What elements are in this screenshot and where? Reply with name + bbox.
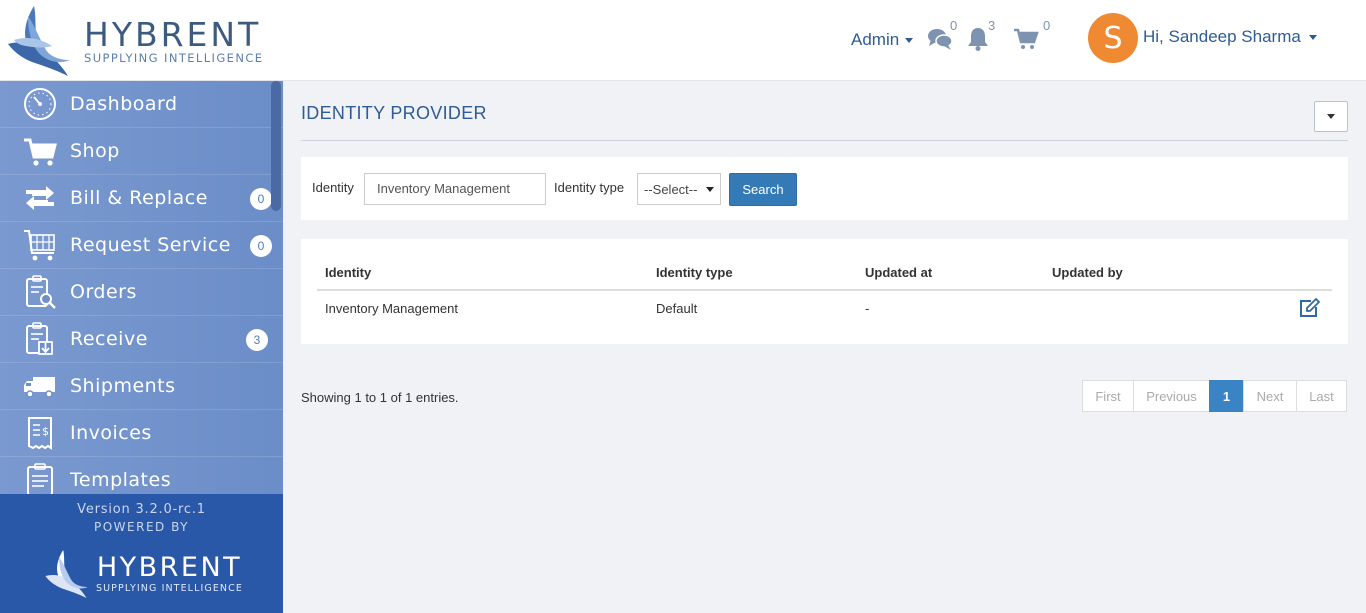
- brand-bird-icon: [45, 550, 88, 598]
- brand-name: HYBRENT: [96, 551, 243, 583]
- user-greeting: Hi, Sandeep Sharma: [1143, 27, 1301, 46]
- sidebar-item-label: Dashboard: [70, 93, 178, 115]
- edit-icon[interactable]: [1298, 297, 1320, 319]
- sidebar-item-label: Invoices: [70, 422, 152, 444]
- page-actions-dropdown[interactable]: [1314, 101, 1348, 132]
- brand-tagline: SUPPLYING INTELLIGENCE: [96, 582, 243, 594]
- sidebar-item-shop[interactable]: Shop: [0, 128, 283, 175]
- truck-icon: [24, 377, 55, 398]
- identity-type-select[interactable]: --Select--: [637, 173, 721, 205]
- user-menu[interactable]: Hi, Sandeep Sharma: [1143, 27, 1317, 47]
- sidebar-item-label: Request Service: [70, 234, 231, 256]
- brand-tagline: SUPPLYING INTELLIGENCE: [84, 50, 264, 65]
- sidebar-item-label: Templates: [70, 469, 172, 491]
- orders-icon: [26, 275, 56, 309]
- brand-bird-icon: [8, 6, 70, 76]
- identity-type-value: --Select--: [644, 181, 698, 197]
- admin-menu[interactable]: Admin: [851, 30, 914, 50]
- search-button[interactable]: Search: [729, 173, 797, 206]
- pagination-first[interactable]: First: [1082, 380, 1134, 412]
- column-header-identity[interactable]: Identity: [325, 265, 371, 280]
- column-header-updated-by[interactable]: Updated by: [1052, 265, 1123, 280]
- invoice-icon: $: [28, 417, 52, 450]
- templates-icon: [27, 463, 53, 494]
- sidebar-footer: Version 3.2.0-rc.1 POWERED BY HYBRENT SU…: [0, 494, 283, 613]
- pagination-previous[interactable]: Previous: [1133, 380, 1210, 412]
- cart-icon: [24, 138, 57, 166]
- pagination: First Previous 1 Next Last: [1082, 380, 1347, 412]
- admin-menu-label: Admin: [851, 30, 900, 49]
- filter-panel: Identity Inventory Management Identity t…: [301, 157, 1348, 220]
- receive-badge: 3: [246, 329, 268, 351]
- identity-label: Identity: [312, 180, 354, 195]
- chevron-down-icon: [706, 186, 714, 192]
- messages-count: 0: [950, 18, 958, 33]
- chevron-down-icon: [905, 37, 914, 43]
- sidebar-nav: Dashboard Shop Bill & Replace 0 Request …: [0, 81, 283, 494]
- pagination-summary: Showing 1 to 1 of 1 entries.: [301, 390, 459, 405]
- app-version: Version 3.2.0-rc.1: [77, 502, 206, 517]
- sidebar-item-label: Shipments: [70, 375, 176, 397]
- pagination-page-1[interactable]: 1: [1209, 380, 1244, 412]
- svg-text:$: $: [42, 425, 49, 438]
- cart-count: 0: [1043, 18, 1051, 33]
- sidebar-item-label: Shop: [70, 140, 120, 162]
- chevron-down-icon: [1308, 34, 1317, 40]
- identity-input[interactable]: Inventory Management: [364, 173, 546, 205]
- cell-identity-type: Default: [656, 301, 698, 316]
- title-divider: [301, 140, 1348, 141]
- pagination-next[interactable]: Next: [1243, 380, 1297, 412]
- bill-replace-badge: 0: [250, 188, 272, 210]
- powered-by-label: POWERED BY: [93, 520, 189, 534]
- sidebar-item-receive[interactable]: Receive 3: [0, 316, 283, 363]
- receive-icon: [26, 322, 53, 355]
- bill-replace-icon: [26, 186, 54, 210]
- sidebar-item-templates[interactable]: Templates: [0, 457, 283, 494]
- table-header-divider: [317, 289, 1332, 291]
- footer-brand-logo: HYBRENT SUPPLYING INTELLIGENCE: [44, 544, 243, 604]
- sidebar-item-invoices[interactable]: $ Invoices: [0, 410, 283, 457]
- sidebar-item-request-service[interactable]: Request Service 0: [0, 222, 283, 269]
- sidebar-item-bill-replace[interactable]: Bill & Replace 0: [0, 175, 283, 222]
- dashboard-icon: [24, 88, 56, 120]
- brand-logo[interactable]: HYBRENT SUPPLYING INTELLIGENCE: [6, 4, 286, 78]
- sidebar-scrollbar[interactable]: [271, 81, 281, 211]
- page-title: IDENTITY PROVIDER: [301, 103, 487, 123]
- sidebar-item-orders[interactable]: Orders: [0, 269, 283, 316]
- cell-updated-at: -: [865, 301, 870, 316]
- column-header-identity-type[interactable]: Identity type: [656, 265, 733, 280]
- request-service-icon: [24, 230, 55, 261]
- identity-table: Identity Identity type Updated at Update…: [301, 239, 1348, 344]
- sidebar-item-label: Orders: [70, 281, 137, 303]
- avatar[interactable]: S: [1088, 13, 1138, 63]
- top-header: HYBRENT SUPPLYING INTELLIGENCE Admin 0 3…: [0, 0, 1366, 81]
- sidebar-item-shipments[interactable]: Shipments: [0, 363, 283, 410]
- pagination-last[interactable]: Last: [1296, 380, 1347, 412]
- sidebar: Dashboard Shop Bill & Replace 0 Request …: [0, 81, 283, 613]
- column-header-updated-at[interactable]: Updated at: [865, 265, 932, 280]
- cell-identity: Inventory Management: [325, 301, 458, 316]
- sidebar-item-label: Receive: [70, 328, 148, 350]
- cart-icon[interactable]: [1013, 26, 1039, 52]
- sidebar-item-dashboard[interactable]: Dashboard: [0, 81, 283, 128]
- chevron-down-icon: [1327, 114, 1335, 119]
- sidebar-item-label: Bill & Replace: [70, 187, 208, 209]
- brand-name: HYBRENT: [84, 14, 262, 54]
- identity-type-label: Identity type: [554, 180, 625, 195]
- request-service-badge: 0: [250, 235, 272, 257]
- notifications-count: 3: [988, 18, 996, 33]
